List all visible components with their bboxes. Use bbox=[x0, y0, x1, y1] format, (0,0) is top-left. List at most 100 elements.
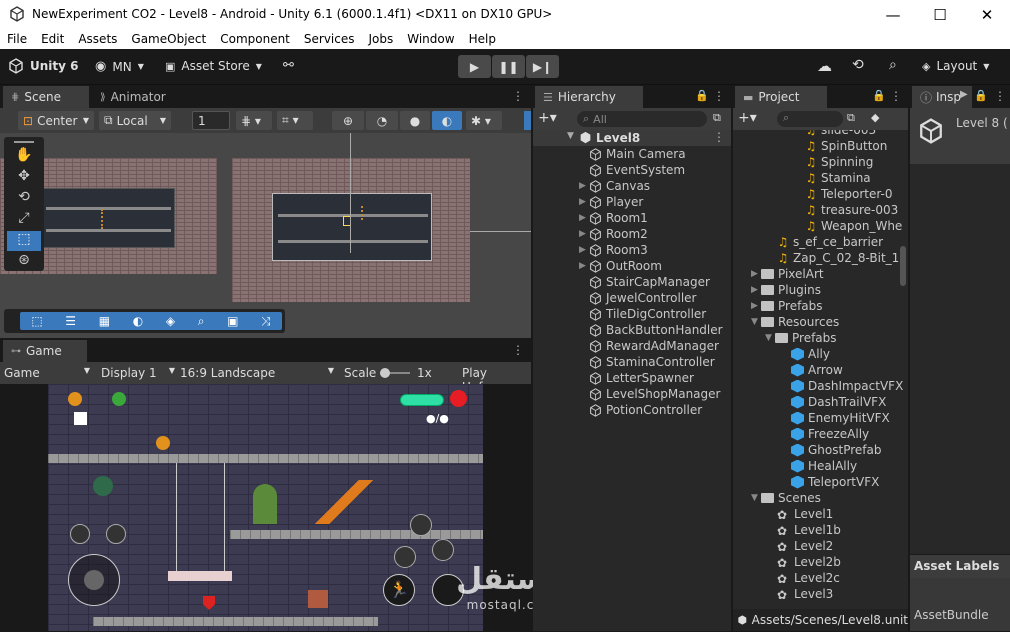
play-button[interactable]: ▶ bbox=[458, 55, 491, 78]
asset-store-dropdown[interactable]: ▣ Asset Store ▼ bbox=[165, 59, 262, 73]
history-icon[interactable]: ⟲ bbox=[852, 57, 864, 73]
scene-viewport[interactable]: ✋ ✥ ⟲ ⤢ ⬚ ⊛ ⬚ ☰ ▦ ◐ ◈ ⌕ ▣ ⤨ bbox=[0, 133, 531, 338]
more-options-icon[interactable]: ⋮ bbox=[713, 130, 725, 144]
shading-icon[interactable]: ◐ bbox=[133, 314, 143, 328]
audio-asset[interactable]: ♫ treasure-003 bbox=[805, 202, 899, 218]
tilemap-icon[interactable]: ▦ bbox=[99, 314, 110, 328]
hierarchy-item[interactable]: Main Camera bbox=[579, 146, 686, 162]
menu-gameobject[interactable]: GameObject bbox=[124, 32, 213, 46]
unity-version-button[interactable]: Unity 6 bbox=[8, 58, 79, 74]
scale-tool-icon[interactable]: ⤢ bbox=[7, 210, 41, 230]
space-dropdown[interactable]: ⧉ Local ▼ bbox=[99, 111, 171, 130]
skill-button[interactable] bbox=[394, 546, 416, 568]
tab-scene[interactable]: ⋕ Scene bbox=[3, 86, 89, 108]
expand-arrow-icon[interactable]: ▼ bbox=[765, 333, 775, 343]
layout-dropdown[interactable]: ◈ Layout ▼ bbox=[922, 59, 989, 73]
project-search-input[interactable]: ⌕ bbox=[777, 111, 843, 127]
game-viewport[interactable]: ●/● 🏃 مستقل mostaql.com bbox=[0, 384, 566, 631]
hierarchy-item[interactable]: TileDigController bbox=[579, 306, 706, 322]
audio-asset[interactable]: ♫ SpinButton bbox=[805, 138, 888, 154]
drag-handle[interactable] bbox=[14, 141, 34, 143]
menu-assets[interactable]: Assets bbox=[71, 32, 124, 46]
add-button[interactable]: +▾ bbox=[538, 110, 557, 126]
tab-animator[interactable]: ⟫ Animator bbox=[92, 86, 182, 108]
folder-item[interactable]: ▶ Plugins bbox=[751, 282, 821, 298]
skill-button[interactable] bbox=[410, 514, 432, 536]
collapse-arrow-icon[interactable]: ▶ bbox=[751, 285, 761, 295]
scene-root-row[interactable]: ▼ Level8 ⋮ bbox=[533, 130, 731, 146]
rect-select-icon[interactable]: ⬚ bbox=[31, 314, 42, 328]
gizmo-button[interactable]: ✱ ▾ bbox=[466, 111, 502, 130]
folder-item[interactable]: ▶ PixelArt bbox=[751, 266, 824, 282]
hierarchy-item[interactable]: PotionController bbox=[579, 402, 702, 418]
minimize-button[interactable]: — bbox=[870, 0, 916, 29]
expand-arrow-icon[interactable]: ▶ bbox=[579, 261, 589, 271]
collapse-arrow-icon[interactable]: ▶ bbox=[751, 301, 761, 311]
more-options-icon[interactable]: ⋮ bbox=[994, 89, 1006, 103]
cloud-icon[interactable]: ☁ bbox=[817, 57, 832, 75]
aspect-dropdown[interactable]: 16:9 Landscape ▼ bbox=[180, 366, 334, 380]
scene-asset[interactable]: ✿ Level2 bbox=[777, 538, 833, 554]
hierarchy-item[interactable]: ▶ Room1 bbox=[579, 210, 648, 226]
shading-button[interactable]: ◔ bbox=[366, 111, 398, 130]
hierarchy-item[interactable]: ▶ Player bbox=[579, 194, 643, 210]
joystick-knob[interactable] bbox=[84, 570, 104, 590]
lock-icon[interactable]: 🔒 bbox=[695, 89, 709, 102]
tab-project[interactable]: ▬ Project bbox=[735, 86, 827, 108]
hierarchy-item[interactable]: ▶ Room2 bbox=[579, 226, 648, 242]
folder-item[interactable]: ▼ Prefabs bbox=[765, 330, 837, 346]
more-options-icon[interactable]: ⋮ bbox=[512, 89, 524, 103]
folder-item[interactable]: ▼ Resources bbox=[751, 314, 839, 330]
pause-game-icon[interactable] bbox=[450, 390, 467, 407]
prefab-asset[interactable]: DashTrailVFX bbox=[791, 394, 886, 410]
joystick[interactable] bbox=[68, 554, 120, 606]
audio-asset[interactable]: ♫ Stamina bbox=[805, 170, 871, 186]
move-tool-icon[interactable]: ✥ bbox=[7, 168, 41, 188]
menu-component[interactable]: Component bbox=[213, 32, 297, 46]
menu-help[interactable]: Help bbox=[462, 32, 503, 46]
tab-game[interactable]: ⊶ Game bbox=[3, 340, 87, 362]
grid-toggle-button[interactable]: ⌗ ▾ bbox=[277, 111, 313, 130]
more-options-icon[interactable]: ⋮ bbox=[890, 89, 902, 103]
account-dropdown[interactable]: ◉ MN ▼ bbox=[95, 59, 144, 74]
hierarchy-item[interactable]: RewardAdManager bbox=[579, 338, 719, 354]
collapse-arrow-icon[interactable]: ▶ bbox=[751, 269, 761, 279]
audio-asset[interactable]: ♫ slide-003 bbox=[805, 130, 877, 138]
audio-asset[interactable]: ♫ s_ef_ce_barrier bbox=[777, 234, 884, 250]
rotate-tool-icon[interactable]: ⟲ bbox=[7, 189, 41, 209]
slider-thumb[interactable] bbox=[380, 368, 390, 378]
maximize-button[interactable]: ☐ bbox=[917, 0, 963, 29]
expand-arrow-icon[interactable]: ▼ bbox=[751, 493, 761, 503]
expand-arrow-icon[interactable]: ▶ bbox=[579, 181, 589, 191]
skill-button[interactable] bbox=[432, 539, 454, 561]
scene-asset[interactable]: ✿ Level1b bbox=[777, 522, 841, 538]
menu-edit[interactable]: Edit bbox=[34, 32, 71, 46]
ally-freeze-button[interactable] bbox=[106, 524, 126, 544]
label-icon[interactable]: ◆ bbox=[871, 111, 879, 124]
expand-arrow-icon[interactable]: ▶ bbox=[579, 213, 589, 223]
scene-asset[interactable]: ✿ Level3 bbox=[777, 586, 833, 602]
globe-button[interactable]: ⊕ bbox=[332, 111, 364, 130]
folder-item[interactable]: ▶ Prefabs bbox=[751, 298, 823, 314]
menu-file[interactable]: File bbox=[0, 32, 34, 46]
chevron-right-icon[interactable]: ▶ bbox=[960, 89, 968, 100]
lock-icon[interactable]: 🔒 bbox=[974, 89, 988, 102]
prefab-asset[interactable]: Arrow bbox=[791, 362, 843, 378]
hand-tool-icon[interactable]: ✋ bbox=[7, 147, 41, 167]
expand-arrow-icon[interactable]: ▶ bbox=[579, 245, 589, 255]
expand-arrow-icon[interactable]: ▼ bbox=[751, 317, 761, 327]
prefab-asset[interactable]: FreezeAlly bbox=[791, 426, 869, 442]
sliders-icon[interactable]: ☰ bbox=[65, 314, 76, 328]
menu-jobs[interactable]: Jobs bbox=[362, 32, 401, 46]
snap-value-input[interactable]: 1 bbox=[192, 111, 230, 130]
prefab-asset[interactable]: DashImpactVFX bbox=[791, 378, 903, 394]
hierarchy-item[interactable]: JewelController bbox=[579, 290, 696, 306]
hierarchy-item[interactable]: EventSystem bbox=[579, 162, 685, 178]
lock-icon[interactable]: 🔒 bbox=[872, 89, 886, 102]
search-by-type-icon[interactable]: ⧉ bbox=[847, 111, 855, 125]
folder-item[interactable]: ▼ Scenes bbox=[751, 490, 821, 506]
filter-icon[interactable]: ⧉ bbox=[713, 111, 721, 125]
grid-snap-button[interactable]: ⋕ ▾ bbox=[236, 111, 272, 130]
prefab-asset[interactable]: Ally bbox=[791, 346, 830, 362]
run-button[interactable]: 🏃 bbox=[383, 574, 415, 606]
